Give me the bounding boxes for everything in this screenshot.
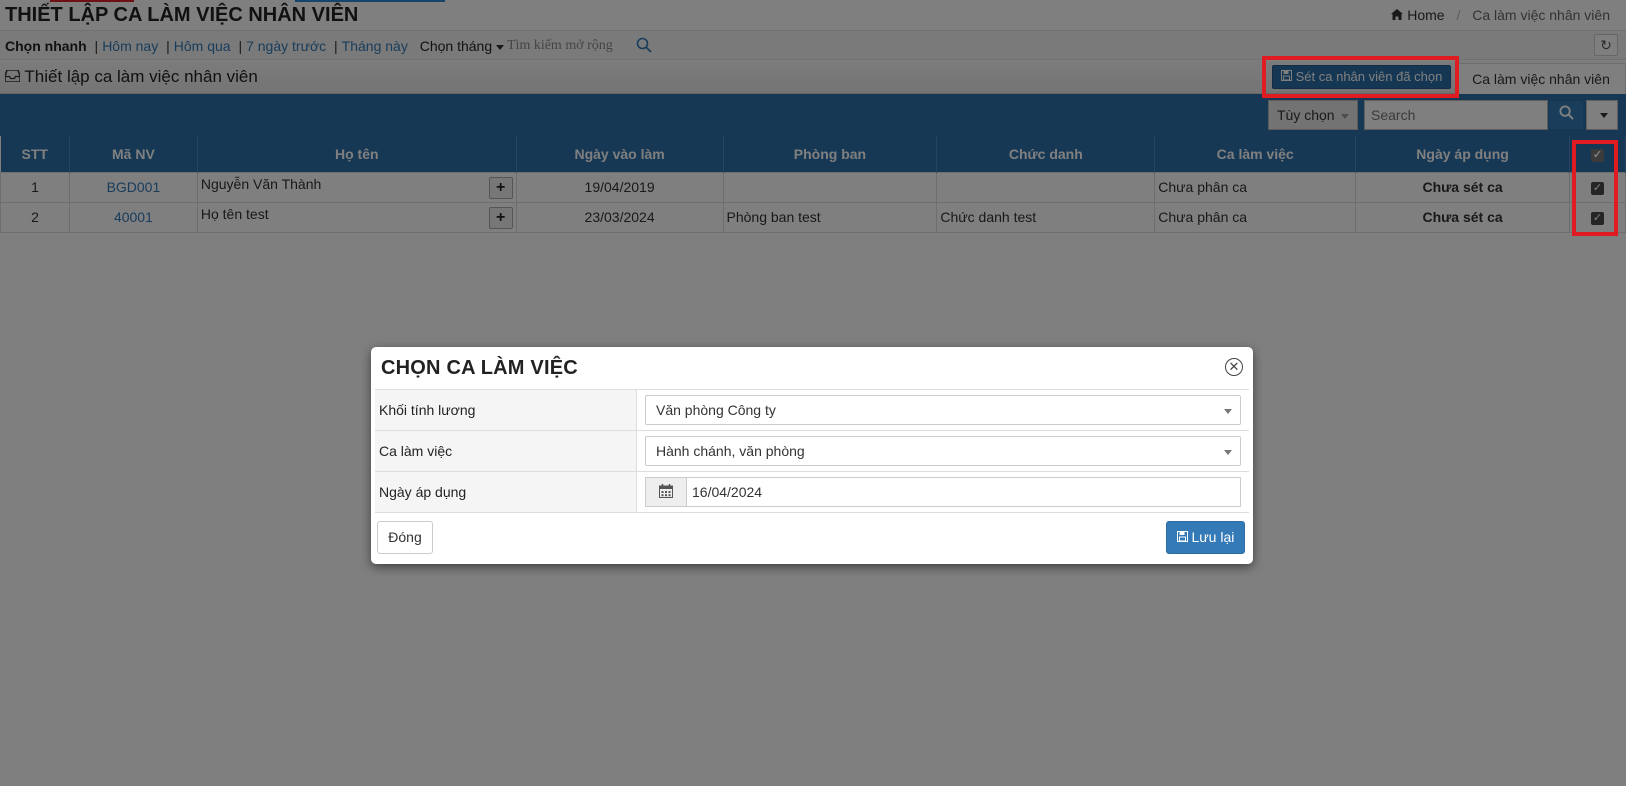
save-label: Lưu lại bbox=[1191, 529, 1235, 545]
form-row-salary-block: Khối tính lương Văn phòng Công ty bbox=[375, 390, 1249, 431]
close-button[interactable]: Đóng bbox=[377, 521, 433, 554]
apply-date-field[interactable]: 16/04/2024 bbox=[645, 477, 1241, 507]
apply-date-label: Ngày áp dụng bbox=[375, 472, 637, 512]
shift-value: Hành chánh, văn phòng bbox=[656, 443, 805, 459]
apply-date-value: 16/04/2024 bbox=[692, 484, 763, 500]
shift-label: Ca làm việc bbox=[375, 431, 637, 471]
form-row-apply-date: Ngày áp dụng 16/04/2024 bbox=[375, 472, 1249, 513]
salary-block-value: Văn phòng Công ty bbox=[656, 402, 776, 418]
save-button[interactable]: Lưu lại bbox=[1166, 521, 1245, 554]
caret-down-icon bbox=[1224, 409, 1232, 414]
shift-select[interactable]: Hành chánh, văn phòng bbox=[645, 436, 1241, 466]
shift-form: Khối tính lương Văn phòng Công ty Ca làm… bbox=[375, 389, 1249, 513]
form-row-shift: Ca làm việc Hành chánh, văn phòng bbox=[375, 431, 1249, 472]
save-icon bbox=[1176, 529, 1188, 545]
dialog-title: CHỌN CA LÀM VIỆC bbox=[381, 357, 578, 379]
close-icon[interactable]: ✕ bbox=[1225, 358, 1243, 376]
salary-block-label: Khối tính lương bbox=[375, 390, 637, 430]
caret-down-icon bbox=[1224, 450, 1232, 455]
choose-shift-dialog: CHỌN CA LÀM VIỆC ✕ Khối tính lương Văn p… bbox=[371, 347, 1253, 564]
calendar-icon[interactable] bbox=[646, 478, 687, 506]
salary-block-select[interactable]: Văn phòng Công ty bbox=[645, 395, 1241, 425]
